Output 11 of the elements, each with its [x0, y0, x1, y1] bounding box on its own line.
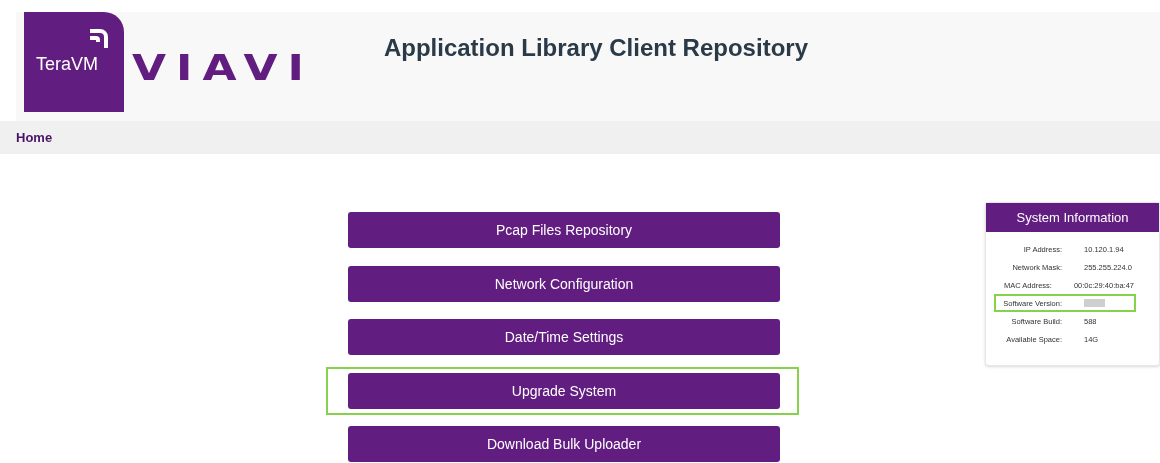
- menu-button[interactable]: Upgrade System: [348, 372, 780, 409]
- menu-button[interactable]: Date/Time Settings: [348, 319, 780, 355]
- panel-title: System Information: [986, 203, 1159, 232]
- wordmark-logo: VIAVI: [132, 47, 314, 88]
- signal-icon: [87, 26, 111, 50]
- nav-link[interactable]: Home: [16, 130, 53, 145]
- menu-button[interactable]: Network Configuration: [348, 265, 780, 302]
- logo-text: TeraVM: [36, 54, 98, 75]
- menu-button[interactable]: Pcap Files Repository: [348, 212, 780, 248]
- menu-button[interactable]: Download Bulk Uploader: [348, 426, 780, 462]
- page-title: Application Library Client Repository: [383, 34, 808, 62]
